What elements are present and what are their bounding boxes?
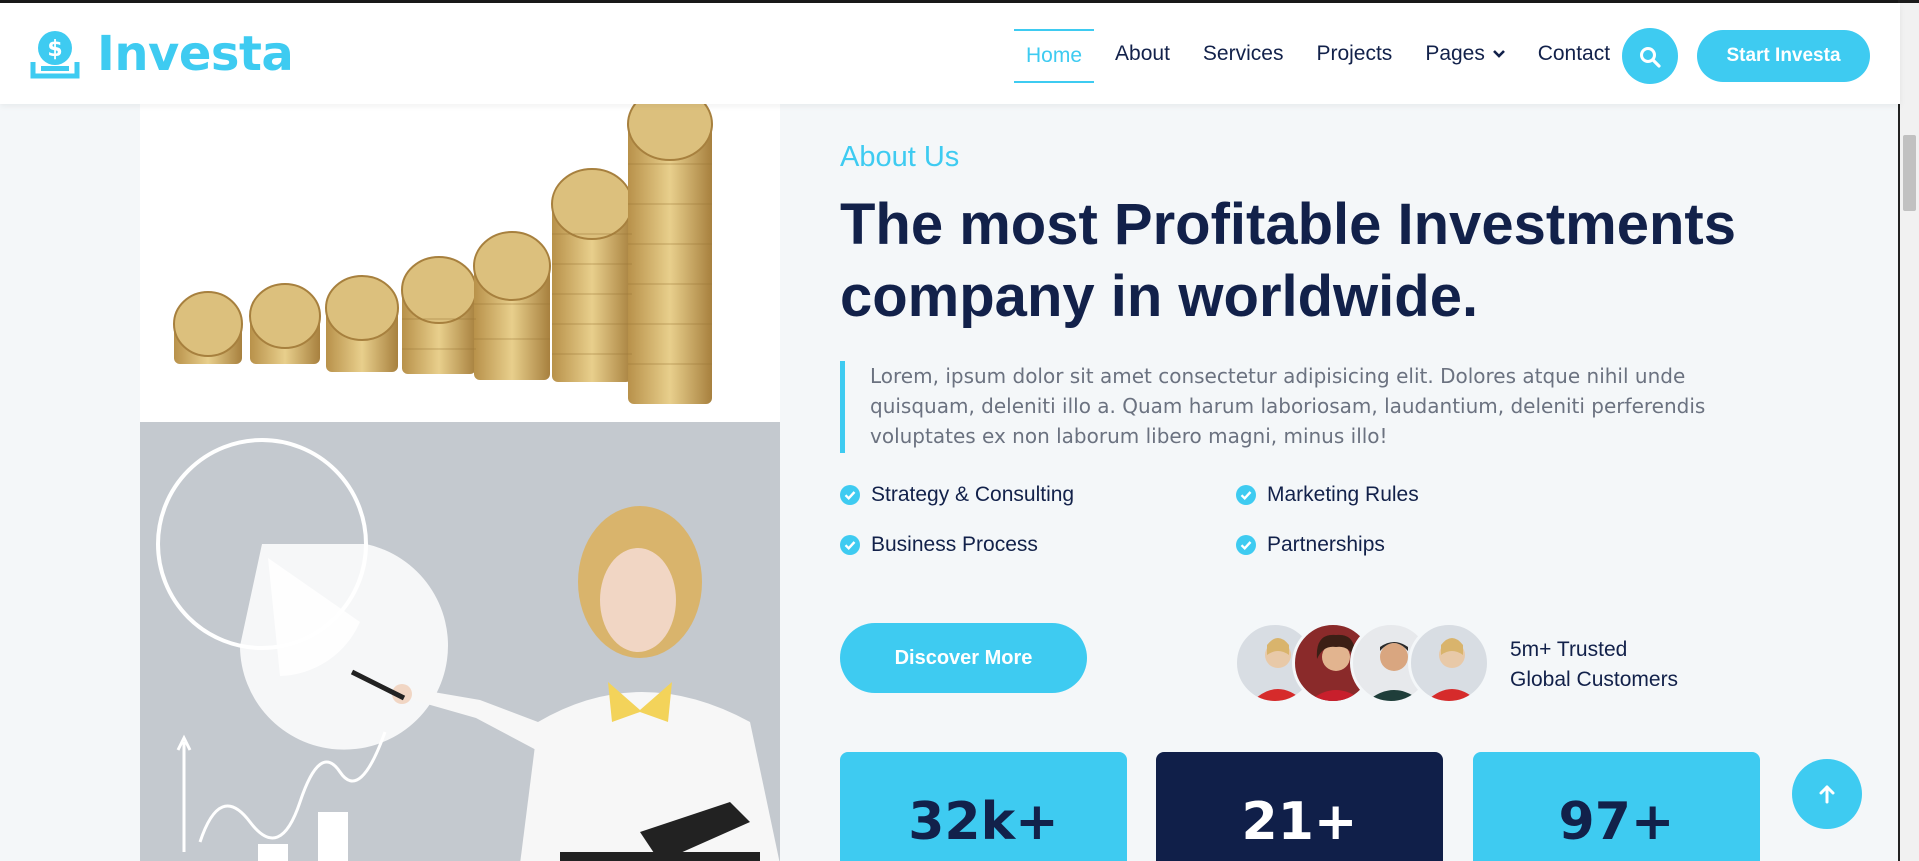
trusted-line-1: 5m+ Trusted (1510, 638, 1628, 661)
start-investa-button[interactable]: Start Investa (1697, 30, 1870, 82)
nav-item-pages[interactable]: Pages (1413, 29, 1516, 83)
businesswoman-illustration (156, 438, 780, 861)
feature-list: Strategy & Consulting Marketing Rules Bu… (840, 483, 1440, 593)
trusted-line-2: Global Customers (1510, 668, 1679, 691)
scrollbar[interactable] (1900, 3, 1919, 861)
search-icon (1640, 46, 1661, 68)
check-circle-icon (840, 535, 860, 555)
nav-item-pages-label: Pages (1425, 42, 1485, 65)
nav-item-services[interactable]: Services (1191, 29, 1296, 83)
stat-card: 97+ (1473, 752, 1760, 861)
about-eyebrow: About Us (840, 141, 960, 173)
stat-card: 21+ (1156, 752, 1443, 861)
about-description: Lorem, ipsum dolor sit amet consectetur … (840, 361, 1740, 453)
feature-label: Business Process (871, 533, 1038, 556)
check-circle-icon (1236, 485, 1256, 505)
coins-image (140, 104, 780, 422)
main-nav: Home About Services Projects Pages Conta… (1014, 29, 1631, 83)
check-circle-icon (1236, 535, 1256, 555)
feature-label: Partnerships (1267, 533, 1385, 556)
svg-text:$: $ (47, 37, 62, 62)
stat-value: 21+ (1241, 792, 1358, 852)
chevron-down-icon (1492, 50, 1505, 58)
stat-value: 32k+ (908, 792, 1059, 852)
nav-item-home[interactable]: Home (1014, 29, 1095, 83)
feature-label: Marketing Rules (1267, 483, 1419, 506)
nav-item-projects[interactable]: Projects (1304, 29, 1404, 83)
search-button[interactable] (1622, 28, 1678, 84)
arrow-up-icon (1819, 785, 1835, 804)
feature-item: Partnerships (1236, 533, 1385, 557)
nav-item-about[interactable]: About (1103, 29, 1182, 83)
nav-item-contact[interactable]: Contact (1526, 29, 1622, 83)
dollar-coin-icon: $ (30, 31, 80, 79)
coin-stacks-illustration (173, 104, 713, 404)
stat-card: 32k+ (840, 752, 1127, 861)
navbar: $ Investa Home About Services Projects P… (0, 3, 1900, 104)
customer-avatars (1234, 622, 1494, 704)
feature-label: Strategy & Consulting (871, 483, 1075, 506)
scrollbar-thumb[interactable] (1903, 135, 1916, 211)
businesswoman-image (140, 422, 780, 861)
brand-name: Investa (97, 26, 294, 82)
back-to-top-button[interactable] (1792, 759, 1862, 829)
trusted-customers-text: 5m+ Trusted Global Customers (1510, 635, 1678, 695)
about-headline: The most Profitable Investments company … (840, 189, 1820, 333)
headline-line-2: company in worldwide. (840, 264, 1479, 329)
feature-item: Strategy & Consulting (840, 483, 1074, 507)
stat-value: 97+ (1558, 792, 1675, 852)
brand-logo[interactable]: $ Investa (29, 26, 294, 82)
feature-item: Marketing Rules (1236, 483, 1419, 507)
headline-line-1: The most Profitable Investments (840, 192, 1736, 257)
discover-more-button[interactable]: Discover More (840, 623, 1087, 693)
feature-item: Business Process (840, 533, 1038, 557)
check-circle-icon (840, 485, 860, 505)
avatar (1408, 622, 1490, 704)
